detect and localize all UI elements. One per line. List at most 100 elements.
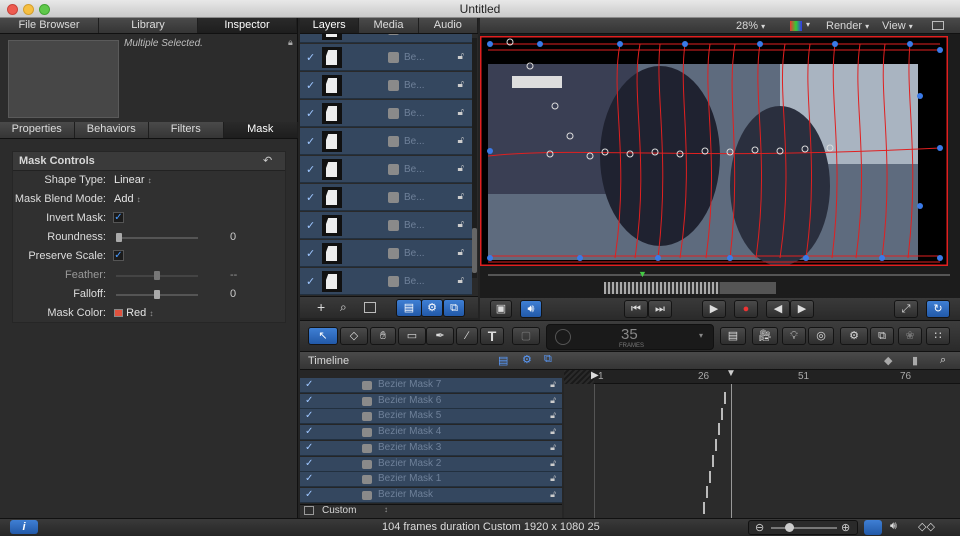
frame-display[interactable]: 35 FRAMES ▾ xyxy=(546,324,714,350)
layer-visibility-checkbox[interactable]: ✓ xyxy=(306,135,315,148)
save-display-icon[interactable] xyxy=(864,520,882,535)
render-menu[interactable]: Render ▾ xyxy=(826,20,869,32)
record-button[interactable]: ● xyxy=(734,300,758,318)
chevron-down-icon[interactable]: ▾ xyxy=(806,20,810,29)
layer-row[interactable]: ✓Be...🔓︎ xyxy=(300,72,472,99)
transform-tool-button[interactable]: ◇ xyxy=(340,327,368,345)
go-to-start-button[interactable]: ⏮︎ xyxy=(624,300,648,318)
timeline-visibility-checkbox[interactable]: ✓ xyxy=(305,489,313,500)
invert-mask-checkbox[interactable]: ✓ xyxy=(113,212,124,223)
previous-keyframe-button[interactable]: ◀ xyxy=(766,300,790,318)
layer-visibility-checkbox[interactable]: ✓ xyxy=(306,219,315,232)
tab-audio[interactable]: Audio xyxy=(419,18,478,33)
snapping-icon[interactable]: ◆ xyxy=(884,354,892,367)
layer-scrollbar[interactable] xyxy=(472,38,477,278)
falloff-slider-knob[interactable] xyxy=(154,290,160,299)
layer-row[interactable]: ✓Be...🔓︎ xyxy=(300,240,472,267)
timeline-visibility-checkbox[interactable]: ✓ xyxy=(305,426,313,437)
layer-row[interactable]: ✓Be...🔓︎ xyxy=(300,184,472,211)
camera-button[interactable]: 🎥︎ xyxy=(752,327,778,345)
lock-icon[interactable]: 🔓︎ xyxy=(550,489,556,500)
keyframe-tick[interactable] xyxy=(712,454,714,467)
layer-visibility-checkbox[interactable]: ✓ xyxy=(306,79,315,92)
next-keyframe-button[interactable]: ▶ xyxy=(790,300,814,318)
timeline-ruler[interactable]: 1 26 51 76 ▶ ▼ xyxy=(564,368,960,384)
audio-button[interactable]: 🔊︎ xyxy=(520,300,542,318)
feather-slider-knob[interactable] xyxy=(154,271,160,280)
tab-file-browser[interactable]: File Browser xyxy=(0,18,99,33)
lock-icon[interactable]: 🔓︎ xyxy=(550,426,556,437)
tab-library[interactable]: Library xyxy=(99,18,198,33)
tab-layers[interactable]: Layers xyxy=(300,18,360,33)
timeline-row[interactable]: ✓ Bezier Mask 1 🔓︎ xyxy=(300,472,562,488)
playhead-marker-icon[interactable]: ▼ xyxy=(638,269,647,279)
lock-icon[interactable]: 🔓︎ xyxy=(458,247,464,258)
timeline-visibility-checkbox[interactable]: ✓ xyxy=(305,458,313,469)
info-icon[interactable]: i xyxy=(10,520,38,534)
layer-row[interactable]: ✓Be...🔓︎ xyxy=(300,34,472,43)
lock-icon[interactable]: 🔓︎ xyxy=(458,107,464,118)
feather-slider[interactable] xyxy=(116,271,198,280)
keyframe-tick[interactable] xyxy=(721,407,723,420)
speaker-icon[interactable]: 🔊︎ xyxy=(890,520,897,533)
paint-tool-button[interactable]: ∕ xyxy=(456,327,478,345)
chevron-down-icon[interactable]: ▾ xyxy=(699,331,703,340)
keyframe-tick[interactable] xyxy=(706,486,708,499)
layer-visibility-checkbox[interactable]: ✓ xyxy=(306,107,315,120)
behaviors-button[interactable]: ⧉ xyxy=(870,327,894,345)
falloff-value[interactable]: 0 xyxy=(230,288,236,300)
keyframe-tick[interactable] xyxy=(715,439,717,452)
lock-icon[interactable]: 🔓︎ xyxy=(458,191,464,202)
tab-media[interactable]: Media xyxy=(359,18,419,33)
video-canvas[interactable] xyxy=(478,34,950,268)
play-range-start-icon[interactable]: ▶ xyxy=(591,370,599,381)
layer-visibility-checkbox[interactable]: ✓ xyxy=(306,163,315,176)
layer-row[interactable]: ✓Be...🔓︎ xyxy=(300,212,472,239)
timeline-display-menu[interactable]: Custom xyxy=(322,505,356,516)
tab-filters[interactable]: Filters xyxy=(149,122,224,138)
feather-value[interactable]: -- xyxy=(230,269,237,281)
layer-visibility-checkbox[interactable]: ✓ xyxy=(306,51,315,64)
display-icon[interactable] xyxy=(304,506,314,515)
preserve-scale-checkbox[interactable]: ✓ xyxy=(113,250,124,261)
lock-icon[interactable]: 🔓︎ xyxy=(458,79,464,90)
timeline-visibility-checkbox[interactable]: ✓ xyxy=(305,379,313,390)
generator-button[interactable]: ◎ xyxy=(808,327,834,345)
zoom-out-icon[interactable]: ⊖ xyxy=(755,521,764,534)
playhead-icon[interactable]: ▼ xyxy=(726,368,736,379)
layer-row[interactable]: ✓Be...🔓︎ xyxy=(300,156,472,183)
audio-waveform-icon[interactable]: ▮ xyxy=(912,354,918,367)
timeline-visibility-checkbox[interactable]: ✓ xyxy=(305,442,313,453)
timeline-visibility-checkbox[interactable]: ✓ xyxy=(305,473,313,484)
lock-icon[interactable]: 🔓︎ xyxy=(550,410,556,421)
layout-icon[interactable] xyxy=(932,21,944,30)
zoom-level-menu[interactable]: 28% ▾ xyxy=(736,20,765,32)
loop-button[interactable]: ↻ xyxy=(926,300,950,318)
fit-keyframes-icon[interactable]: ◇◇ xyxy=(918,520,935,533)
layer-list[interactable]: ✓ Be... 🔓︎ ✓ Be... 🔓︎ ✓ Be... 🔓︎ ✓ Be... 🔓︎ ✓ Be... 🔓︎… xyxy=(300,34,478,296)
keyframe-tick[interactable] xyxy=(703,501,705,514)
tab-inspector[interactable]: Inspector xyxy=(198,18,297,33)
mask-color-select[interactable]: Red ↕ xyxy=(114,307,153,319)
text-tool-button[interactable]: T xyxy=(480,327,504,345)
mask-tool-button[interactable]: ▢ xyxy=(512,327,540,345)
lock-icon[interactable]: 🔓︎ xyxy=(458,135,464,146)
shape-tool-button[interactable]: ▭ xyxy=(398,327,426,345)
view-menu[interactable]: View ▾ xyxy=(882,20,913,32)
show-masks-button[interactable]: ⧉ xyxy=(443,299,465,317)
play-button[interactable]: ▶ xyxy=(702,300,726,318)
timeline-visibility-checkbox[interactable]: ✓ xyxy=(305,410,313,421)
add-layer-button[interactable]: + xyxy=(317,299,325,315)
color-channels-icon[interactable] xyxy=(790,21,802,31)
layer-row[interactable]: ✓Be...🔓︎ xyxy=(300,128,472,155)
lock-icon[interactable]: 🔓︎ xyxy=(458,219,464,230)
layer-visibility-checkbox[interactable]: ✓ xyxy=(306,191,315,204)
lock-icon[interactable]: 🔓︎ xyxy=(550,473,556,484)
toggle-view-button[interactable]: ▣ xyxy=(490,300,512,318)
timeline-row[interactable]: ✓ Bezier Mask 6 🔓︎ xyxy=(300,393,562,409)
layer-row[interactable]: ✓Be...🔓︎ xyxy=(300,44,472,71)
timeline-effects-icon[interactable]: ⚙ xyxy=(522,353,532,366)
zoom-in-icon[interactable]: ⊕ xyxy=(841,521,850,534)
lock-icon[interactable]: 🔒︎ xyxy=(288,37,293,48)
frame-strip[interactable] xyxy=(604,282,720,294)
